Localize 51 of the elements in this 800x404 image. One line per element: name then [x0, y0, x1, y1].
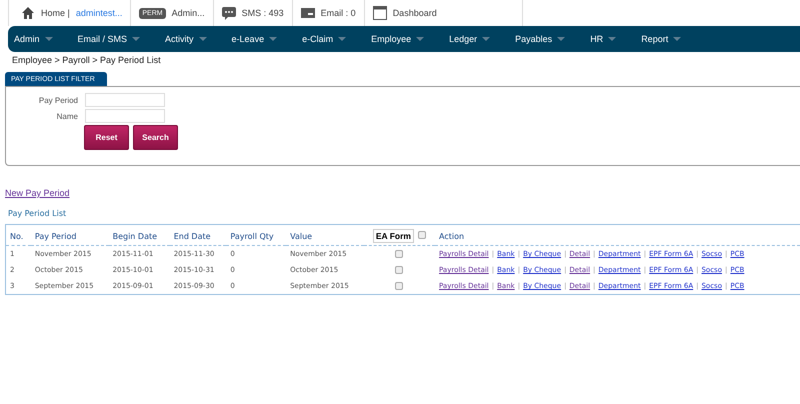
home-icon[interactable] — [21, 6, 35, 20]
menu-item[interactable]: HR — [590, 34, 628, 44]
caret-icon — [198, 37, 207, 41]
chat-icon[interactable] — [222, 6, 236, 20]
column-header: EA Form — [372, 229, 414, 243]
menu-item[interactable]: Activity — [165, 34, 219, 44]
caret-icon — [44, 37, 53, 41]
caret-icon — [269, 37, 278, 41]
caret-icon — [673, 37, 682, 41]
menu-item[interactable]: Employee — [371, 34, 436, 44]
column-header: Pay Period — [34, 232, 76, 240]
checkbox[interactable] — [418, 231, 426, 239]
breadcrumb: Employee > Payroll > Pay Period List — [12, 55, 162, 65]
column-header: End Date — [174, 232, 211, 240]
field-label: Pay Period — [38, 96, 78, 104]
new-pay-period-link[interactable]: New Pay Period — [5, 188, 70, 198]
column-header: Value — [290, 232, 312, 240]
window-icon[interactable] — [372, 6, 387, 20]
user-link[interactable]: admintest... — [76, 8, 122, 18]
caret-icon — [338, 37, 346, 41]
column-header: Begin Date — [112, 232, 158, 240]
menu-item[interactable]: Admin — [14, 34, 65, 44]
caret-icon — [557, 37, 566, 41]
envelope-icon[interactable] — [300, 6, 315, 20]
list-title: Pay Period List — [8, 209, 68, 218]
menu-item[interactable]: Report — [641, 34, 694, 44]
home-link[interactable]: Home | — [41, 8, 70, 18]
caret-icon — [482, 37, 490, 41]
menu-item[interactable]: Email / SMS — [78, 34, 152, 44]
input-field[interactable] — [85, 93, 165, 107]
caret-icon — [132, 37, 140, 41]
top-bar-link[interactable]: Dashboard — [392, 8, 437, 18]
menu-item[interactable]: e-Leave — [232, 34, 290, 44]
menu-item[interactable]: Ledger — [449, 34, 502, 44]
reset-button[interactable]: Reset — [84, 125, 129, 150]
column-header: Payroll Qty — [230, 232, 274, 240]
search-button[interactable]: Search — [133, 125, 178, 150]
caret-icon — [416, 37, 424, 41]
top-bar-link[interactable]: SMS : 493 — [242, 8, 284, 18]
menu-item[interactable]: Payables — [515, 34, 578, 44]
caret-icon — [608, 37, 616, 41]
top-bar-link[interactable]: Email : 0 — [320, 8, 356, 18]
checkbox[interactable] — [395, 266, 404, 274]
input-field[interactable] — [85, 109, 165, 123]
menu-item[interactable]: e-Claim — [302, 34, 358, 44]
top-bar-link[interactable]: Admin... — [172, 8, 205, 18]
column-header: Action — [439, 232, 464, 240]
checkbox[interactable] — [395, 282, 404, 290]
column-header: No. — [10, 232, 24, 240]
field-label: Name — [56, 112, 78, 120]
checkbox[interactable] — [395, 250, 404, 258]
